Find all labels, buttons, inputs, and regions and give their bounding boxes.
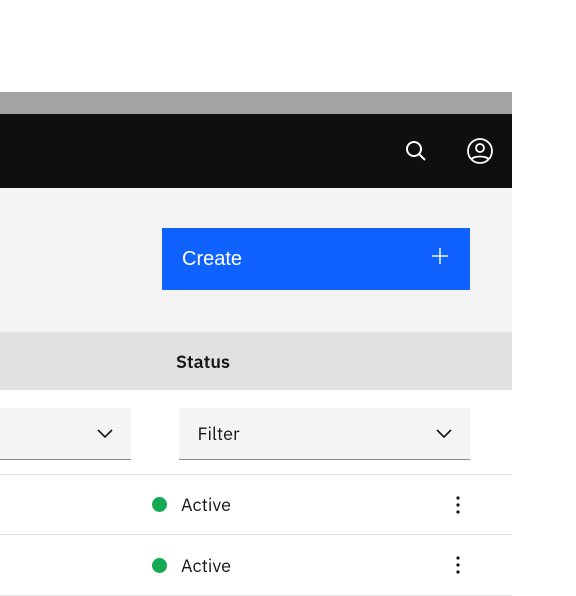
search-icon[interactable] [396, 131, 436, 171]
filter-dropdown-2[interactable]: Filter [179, 408, 470, 460]
filter-dropdown-1[interactable] [0, 408, 131, 460]
user-icon[interactable] [460, 131, 500, 171]
table-row[interactable]: Active [0, 474, 512, 535]
table-body: Active Active [0, 474, 512, 596]
create-button-label: Create [182, 248, 242, 271]
status-label: Active [181, 554, 231, 577]
status-label: Active [181, 493, 231, 516]
main-content: Create Status Filter [0, 188, 512, 576]
plus-icon [430, 246, 450, 272]
status-cell: Active [152, 554, 231, 577]
table-row[interactable]: Active [0, 535, 512, 596]
overflow-menu-icon[interactable] [446, 556, 470, 574]
chevron-down-icon [97, 429, 113, 439]
column-header-label: Status [176, 350, 230, 373]
status-cell: Active [152, 493, 231, 516]
window-frame-top [0, 92, 512, 114]
filter-label: Filter [197, 422, 239, 445]
filters-row: Filter [0, 390, 512, 474]
overflow-menu-icon[interactable] [446, 496, 470, 514]
app-header [0, 114, 512, 188]
create-button[interactable]: Create [162, 228, 470, 290]
column-header-status: Status [0, 332, 512, 390]
status-dot-icon [152, 497, 167, 512]
status-dot-icon [152, 558, 167, 573]
chevron-down-icon [436, 429, 452, 439]
toolbar-area: Create [0, 188, 512, 332]
